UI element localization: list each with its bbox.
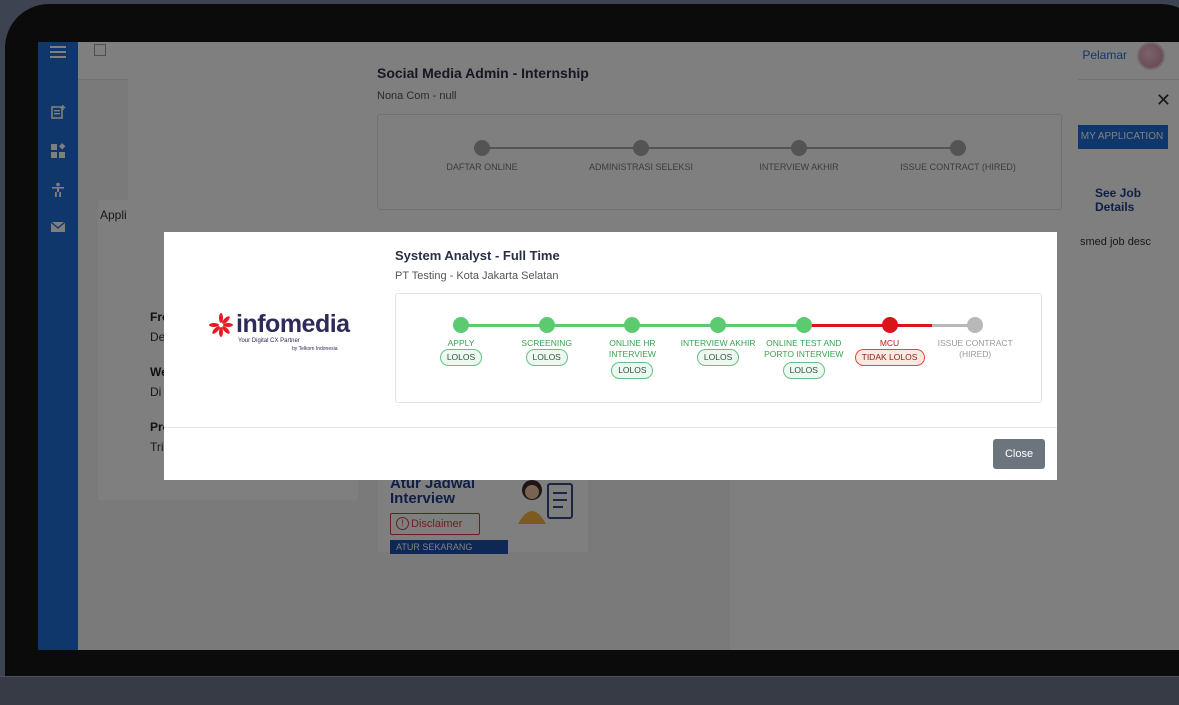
timeline-step-label: INTERVIEW AKHIR: [680, 338, 756, 348]
status-badge: LOLOS: [782, 362, 825, 379]
screen: Pelamar Appli Fro De We Di Pro Tri Atur …: [38, 42, 1179, 650]
status-badge: LOLOS: [440, 349, 482, 366]
company-location: PT Testing - Kota Jakarta Selatan: [395, 270, 559, 282]
timeline-dot: [624, 317, 641, 333]
timeline-dot: [710, 317, 727, 333]
timeline-dot: [967, 317, 984, 333]
timeline-step-label: MCU: [879, 338, 900, 348]
device-bottom: [0, 676, 1179, 705]
status-badge: LOLOS: [697, 349, 740, 366]
status-badge: TIDAK LOLOS: [854, 349, 925, 366]
close-button[interactable]: Close: [993, 439, 1045, 469]
logo-wordmark: infomedia: [236, 310, 350, 338]
info-burst-icon: [209, 313, 233, 337]
status-badge: LOLOS: [525, 349, 568, 366]
modal-footer-divider: [164, 427, 1057, 428]
timeline-dot: [881, 317, 898, 333]
timeline-step-label: ONLINE TEST AND PORTO INTERVIEW: [764, 338, 844, 359]
logo-by-line: by Telkom Indonesia: [292, 346, 338, 352]
infomedia-logo: infomedia Your Digital CX Partner by Tel…: [208, 310, 358, 354]
timeline-step-label: APPLY: [447, 338, 475, 348]
timeline-step-label: ISSUE CONTRACT (HIRED): [937, 338, 1013, 359]
timeline-segment: [546, 324, 633, 327]
timeline-step-label: SCREENING: [521, 338, 572, 348]
timeline-dot: [453, 317, 469, 333]
timeline-segment: [461, 324, 547, 327]
recruitment-timeline: APPLY LOLOS SCREENING LOLOS ONLINE HR INTERV…: [395, 293, 1042, 403]
logo-tagline: Your Digital CX Partner: [238, 338, 300, 344]
application-status-modal: infomedia Your Digital CX Partner by Tel…: [164, 232, 1057, 480]
timeline-segment: [718, 324, 804, 327]
job-title: System Analyst - Full Time: [395, 248, 560, 263]
timeline-segment: [632, 324, 719, 327]
timeline-segment: [803, 324, 890, 327]
device-frame: Pelamar Appli Fro De We Di Pro Tri Atur …: [0, 0, 1179, 705]
timeline-step-label: ONLINE HR INTERVIEW: [608, 338, 656, 359]
timeline-dot: [538, 317, 555, 333]
timeline-dot: [795, 317, 812, 333]
status-badge: LOLOS: [611, 362, 654, 379]
